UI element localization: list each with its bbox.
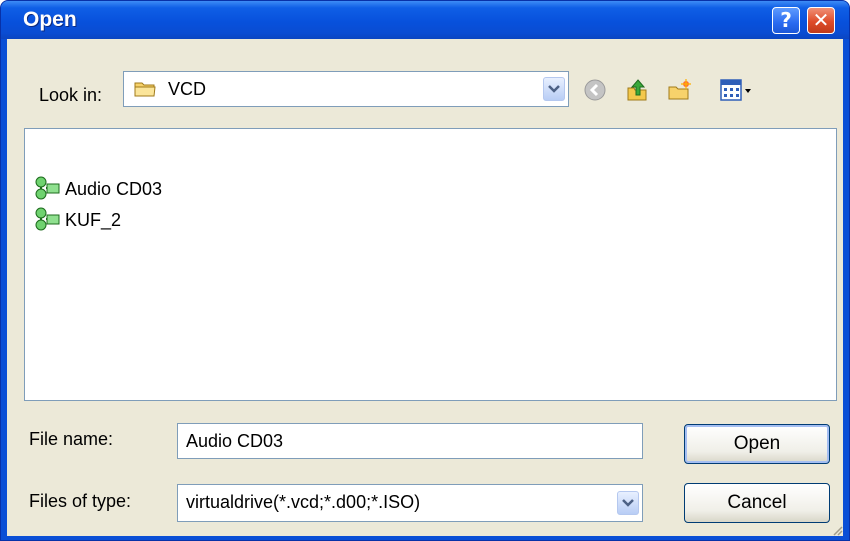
resize-grip-icon[interactable] [831, 524, 843, 536]
back-icon[interactable] [583, 78, 607, 102]
dialog-title: Open [23, 8, 77, 31]
files-of-type-dropdown-arrow[interactable] [617, 491, 639, 515]
file-list[interactable]: Audio CD03 KUF_2 [24, 128, 837, 401]
look-in-label: Look in: [39, 85, 103, 105]
open-dialog: Open ? ✕ Look in: VCD Audio CD03 KUF_2 F… [0, 0, 850, 541]
look-in-value: VCD [168, 79, 207, 99]
files-of-type-value: virtualdrive(*.vcd;*.d00;*.ISO) [186, 492, 421, 512]
dialog-body: Look in: VCD Audio CD03 KUF_2 File name:… [7, 39, 843, 536]
look-in-dropdown-arrow[interactable] [543, 77, 565, 101]
chevron-down-icon [622, 499, 634, 507]
file-name: KUF_2 [65, 210, 122, 230]
views-menu-icon[interactable] [719, 78, 753, 102]
cancel-button[interactable]: Cancel [684, 483, 830, 523]
help-button[interactable]: ? [772, 7, 800, 34]
file-name-input[interactable]: Audio CD03 [177, 423, 643, 459]
files-of-type-label: Files of type: [29, 491, 132, 511]
virtual-cd-icon [35, 207, 60, 231]
open-button[interactable]: Open [684, 424, 830, 464]
new-folder-icon[interactable] [667, 78, 691, 102]
file-name: Audio CD03 [65, 179, 163, 199]
help-icon: ? [780, 8, 792, 32]
virtual-cd-icon [35, 176, 60, 200]
file-name-value: Audio CD03 [186, 431, 284, 451]
file-name-label: File name: [29, 429, 114, 449]
close-button[interactable]: ✕ [807, 7, 835, 34]
up-folder-icon[interactable] [625, 78, 649, 102]
files-of-type-dropdown[interactable]: virtualdrive(*.vcd;*.d00;*.ISO) [177, 484, 643, 522]
folder-icon [134, 82, 156, 97]
look-in-dropdown[interactable]: VCD [123, 71, 569, 107]
chevron-down-icon [548, 85, 560, 93]
close-icon: ✕ [812, 8, 830, 32]
title-bar[interactable]: Open ? ✕ [1, 1, 849, 39]
